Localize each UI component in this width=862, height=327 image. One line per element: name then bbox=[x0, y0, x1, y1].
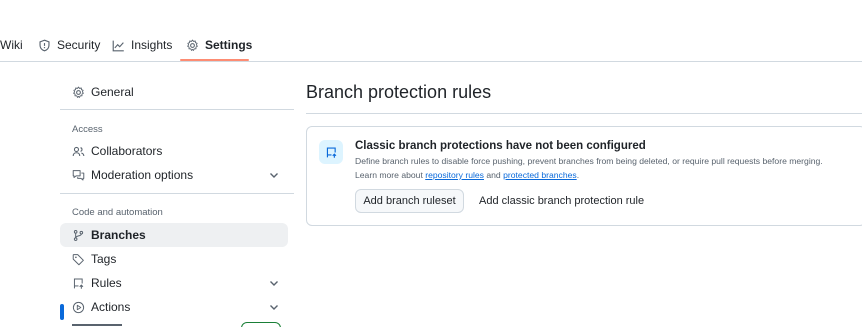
comment-discussion-icon bbox=[72, 169, 85, 180]
sidebar-item-collaborators-label: Collaborators bbox=[91, 144, 163, 158]
sidebar-item-general[interactable]: General bbox=[60, 80, 288, 104]
sidebar-divider bbox=[60, 193, 294, 194]
status-badge-cutoff bbox=[241, 322, 281, 327]
learn-more-and: and bbox=[483, 170, 504, 180]
branch-protection-empty-state: Classic branch protections have not been… bbox=[306, 126, 862, 226]
repo-tab-nav: Wiki Security Insights Settings bbox=[0, 0, 862, 62]
repo-push-icon bbox=[319, 140, 343, 164]
tab-wiki-label: Wiki bbox=[0, 38, 23, 52]
tab-settings[interactable]: Settings bbox=[186, 34, 252, 56]
chevron-down-icon[interactable] bbox=[268, 169, 280, 181]
sidebar-item-rules[interactable]: Rules bbox=[60, 271, 288, 295]
sidebar-item-moderation-options[interactable]: Moderation options bbox=[60, 163, 288, 187]
add-branch-ruleset-button[interactable]: Add branch ruleset bbox=[355, 189, 464, 213]
repository-rules-link[interactable]: repository rules bbox=[425, 170, 484, 180]
sidebar-item-cutoff bbox=[72, 321, 132, 327]
chevron-down-icon[interactable] bbox=[268, 277, 280, 289]
people-icon bbox=[72, 146, 85, 156]
sidebar-item-collaborators[interactable]: Collaborators bbox=[60, 139, 288, 163]
sidebar-heading-code-and-automation: Code and automation bbox=[72, 207, 163, 218]
sidebar-item-branches-label: Branches bbox=[91, 228, 146, 242]
page-title: Branch protection rules bbox=[306, 82, 492, 102]
learn-more-prefix: Learn more about bbox=[355, 170, 426, 180]
tag-icon bbox=[72, 253, 84, 265]
protected-branches-link[interactable]: protected branches bbox=[503, 170, 577, 180]
sidebar-item-general-label: General bbox=[91, 85, 134, 99]
active-tab-underline bbox=[180, 59, 249, 61]
sidebar-item-rules-label: Rules bbox=[91, 276, 122, 290]
sidebar-item-branches[interactable]: Branches bbox=[60, 223, 288, 247]
empty-state-description: Define branch rules to disable force pus… bbox=[355, 156, 823, 166]
sidebar-item-actions-label: Actions bbox=[91, 300, 131, 314]
tab-security[interactable]: Security bbox=[38, 34, 100, 56]
play-icon bbox=[72, 301, 85, 313]
shield-icon bbox=[39, 39, 50, 51]
chevron-down-icon[interactable] bbox=[268, 301, 280, 313]
learn-more-suffix: . bbox=[576, 170, 580, 180]
gear-icon bbox=[73, 86, 84, 98]
learn-more-text: Learn more about repository rules and pr… bbox=[355, 170, 579, 180]
sidebar-item-tags[interactable]: Tags bbox=[60, 247, 288, 271]
sidebar-divider bbox=[60, 109, 294, 110]
title-divider bbox=[306, 113, 862, 114]
sidebar-item-actions[interactable]: Actions bbox=[60, 295, 288, 319]
graph-icon bbox=[112, 40, 124, 51]
repo-push-icon bbox=[73, 278, 84, 289]
sidebar-item-moderation-label: Moderation options bbox=[91, 168, 194, 182]
tab-wiki[interactable]: Wiki bbox=[0, 34, 23, 56]
tab-settings-label: Settings bbox=[205, 38, 253, 52]
git-branch-icon bbox=[73, 229, 84, 241]
tab-insights-label: Insights bbox=[131, 38, 173, 52]
gear-icon bbox=[187, 39, 198, 51]
sidebar-heading-access: Access bbox=[72, 124, 103, 135]
sidebar-item-tags-label: Tags bbox=[91, 252, 117, 266]
empty-state-title: Classic branch protections have not been… bbox=[355, 140, 646, 152]
tab-security-label: Security bbox=[57, 38, 101, 52]
tab-insights[interactable]: Insights bbox=[112, 34, 172, 56]
add-classic-protection-rule-button[interactable]: Add classic branch protection rule bbox=[479, 189, 644, 213]
